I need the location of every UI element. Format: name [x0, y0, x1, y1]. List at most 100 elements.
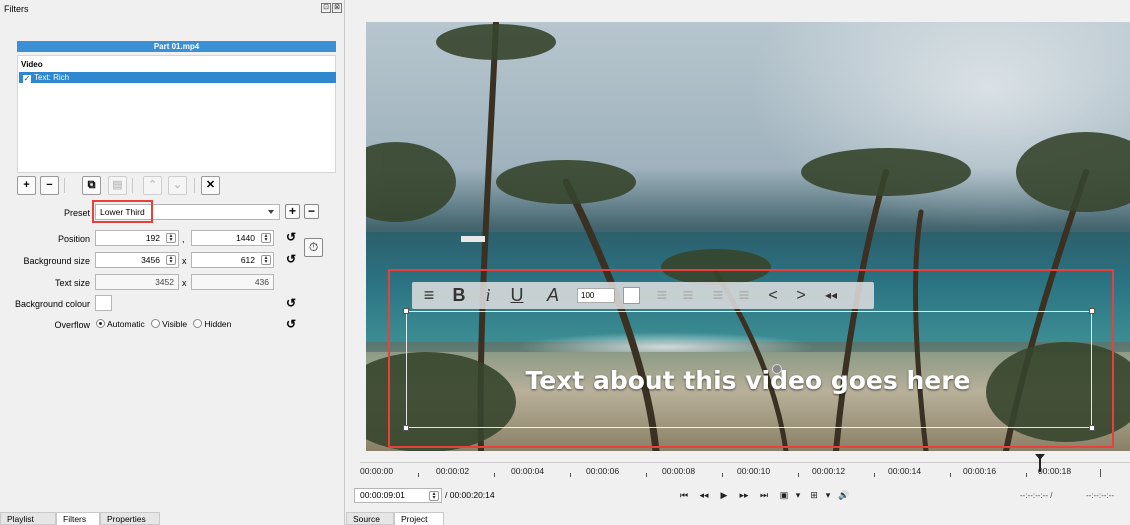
app-window: Filters ⊡ ⊠ Part 01.mp4 Video ✓ Text: Ric… [0, 0, 1130, 525]
chevron-right-icon[interactable]: > [792, 282, 810, 309]
out-point-readout: --:--:--:-- [1086, 491, 1114, 500]
spinner-icon[interactable]: ▴ ▾ [166, 255, 176, 265]
skip-to-end-icon[interactable]: ⏭ [756, 488, 772, 503]
current-timecode-value: 00:00:09:01 [360, 490, 405, 500]
tick-label: 00:00:00 [360, 466, 394, 476]
font-button[interactable]: A [540, 282, 566, 309]
text-size-label: Text size [54, 278, 90, 288]
bold-button[interactable]: B [448, 282, 470, 309]
keyframes-timer-icon[interactable]: ⏱ [304, 238, 323, 257]
panel-title: Filters [4, 4, 29, 14]
skip-to-start-icon[interactable]: ⏮ [676, 488, 692, 503]
overflow-automatic-label: Automatic [107, 319, 145, 329]
rewind-icon[interactable]: ◂◂ [820, 282, 842, 309]
current-timecode-input[interactable]: 00:00:09:01 ▴ ▾ [354, 488, 442, 503]
background-width-input[interactable]: 3456 ▴ ▾ [95, 252, 179, 268]
tick-label: 00:00:08 [662, 466, 696, 476]
align-right-button[interactable]: ≡ [708, 282, 728, 309]
tick-mark [570, 473, 571, 477]
background-height-value: 612 [240, 255, 255, 265]
spinner-icon[interactable]: ▴ ▾ [429, 491, 439, 501]
align-left-button[interactable]: ≡ [652, 282, 672, 309]
rich-text-toolbar: ≡ B i U A 100 ≡ ≡ ≡ ≡ < > ◂◂ [412, 282, 874, 309]
tick-mark [950, 473, 951, 477]
in-point-readout: --:--:--:-- / [1020, 491, 1053, 500]
overflow-automatic-radio[interactable]: Automatic [96, 319, 145, 329]
background-height-input[interactable]: 612 ▴ ▾ [191, 252, 274, 268]
tick-label: 00:00:04 [511, 466, 545, 476]
filter-item-text-rich[interactable]: ✓ Text: Rich [19, 72, 336, 83]
radio-icon [151, 319, 161, 328]
resize-handle-bottom-right[interactable] [1089, 425, 1095, 431]
preset-dropdown[interactable]: Lower Third [95, 204, 280, 220]
position-y-input[interactable]: 1440 ▴ ▾ [191, 230, 274, 246]
tab-source[interactable]: Source [346, 512, 394, 525]
spinner-icon[interactable]: ▴ ▾ [261, 255, 271, 265]
font-size-value: 100 [581, 291, 595, 300]
move-handle-icon[interactable] [772, 364, 782, 374]
tick-label: 00:00:10 [737, 466, 771, 476]
spinner-icon[interactable]: ▴ ▾ [166, 233, 176, 243]
play-icon[interactable]: ▶ [716, 488, 732, 503]
italic-button[interactable]: i [478, 282, 498, 309]
reset-position-icon[interactable]: ↺ [284, 230, 298, 245]
spinner-icon[interactable]: ▴ ▾ [261, 233, 271, 243]
fast-forward-icon[interactable]: ▸▸ [736, 488, 752, 503]
tick-mark [722, 473, 723, 477]
overflow-hidden-radio[interactable]: Hidden [193, 319, 231, 329]
resize-handle-bottom-left[interactable] [403, 425, 409, 431]
tick-label: 00:00:02 [436, 466, 470, 476]
position-y-value: 1440 [236, 233, 255, 243]
tab-project[interactable]: Project [394, 512, 444, 525]
remove-filter-button[interactable]: − [40, 176, 59, 195]
video-preview[interactable]: ≡ B i U A 100 ≡ ≡ ≡ ≡ < > ◂◂ Text about … [366, 22, 1130, 451]
align-center-button[interactable]: ≡ [678, 282, 698, 309]
text-height-readout: 436 [191, 274, 274, 290]
filter-group-video: Video [21, 60, 43, 69]
font-size-input[interactable]: 100 [577, 288, 615, 303]
move-down-button[interactable]: ⌄ [168, 176, 187, 195]
reset-background-size-icon[interactable]: ↺ [284, 252, 298, 267]
overflow-hidden-label: Hidden [204, 319, 232, 329]
underline-button[interactable]: U [506, 282, 528, 309]
reset-overflow-icon[interactable]: ↺ [284, 317, 298, 332]
deselect-filter-button[interactable]: ✕ [201, 176, 220, 195]
radio-selected-icon [96, 319, 105, 328]
reset-background-colour-icon[interactable]: ↺ [284, 296, 298, 311]
add-filter-button[interactable]: + [17, 176, 36, 195]
float-panel-icon[interactable]: ⊡ [321, 3, 331, 13]
comma-separator: , [182, 234, 185, 244]
save-preset-button[interactable]: + [285, 204, 300, 219]
tick-mark [874, 473, 875, 477]
tab-filters[interactable]: Filters [56, 512, 100, 525]
close-panel-icon[interactable]: ⊠ [332, 3, 342, 13]
volume-icon[interactable]: 🔊 [836, 488, 852, 503]
chevron-down-icon[interactable]: ▾ [820, 488, 836, 503]
menu-icon[interactable]: ≡ [418, 282, 440, 309]
overlay-text[interactable]: Text about this video goes here [366, 366, 1130, 395]
resize-handle-top-right[interactable] [1089, 308, 1095, 314]
background-colour-swatch[interactable] [95, 295, 112, 311]
delete-preset-button[interactable]: − [304, 204, 319, 219]
time-ruler[interactable]: 00:00:00 00:00:02 00:00:04 00:00:06 00:0… [360, 462, 1130, 478]
paste-filter-button[interactable]: ▤ [108, 176, 127, 195]
text-color-swatch[interactable] [623, 287, 640, 304]
filter-enable-checkbox[interactable]: ✓ [23, 75, 31, 83]
radio-icon [193, 319, 203, 328]
tick-label: 00:00:12 [812, 466, 846, 476]
resize-handle-top-left[interactable] [403, 308, 409, 314]
overflow-label: Overflow [54, 320, 90, 330]
position-x-input[interactable]: 192 ▴ ▾ [95, 230, 179, 246]
move-up-button[interactable]: ⌃ [143, 176, 162, 195]
rewind-icon[interactable]: ◂◂ [696, 488, 712, 503]
position-label: Position [57, 234, 90, 244]
copy-filter-button[interactable]: ⧉ [82, 176, 101, 195]
justify-button[interactable]: ≡ [734, 282, 754, 309]
tab-playlist[interactable]: Playlist [0, 512, 56, 525]
chevron-down-icon [268, 210, 274, 214]
chevron-down-icon[interactable]: ▾ [790, 488, 806, 503]
times-separator: x [182, 256, 187, 266]
chevron-left-icon[interactable]: < [764, 282, 782, 309]
tab-properties[interactable]: Properties [100, 512, 160, 525]
overflow-visible-radio[interactable]: Visible [151, 319, 187, 329]
